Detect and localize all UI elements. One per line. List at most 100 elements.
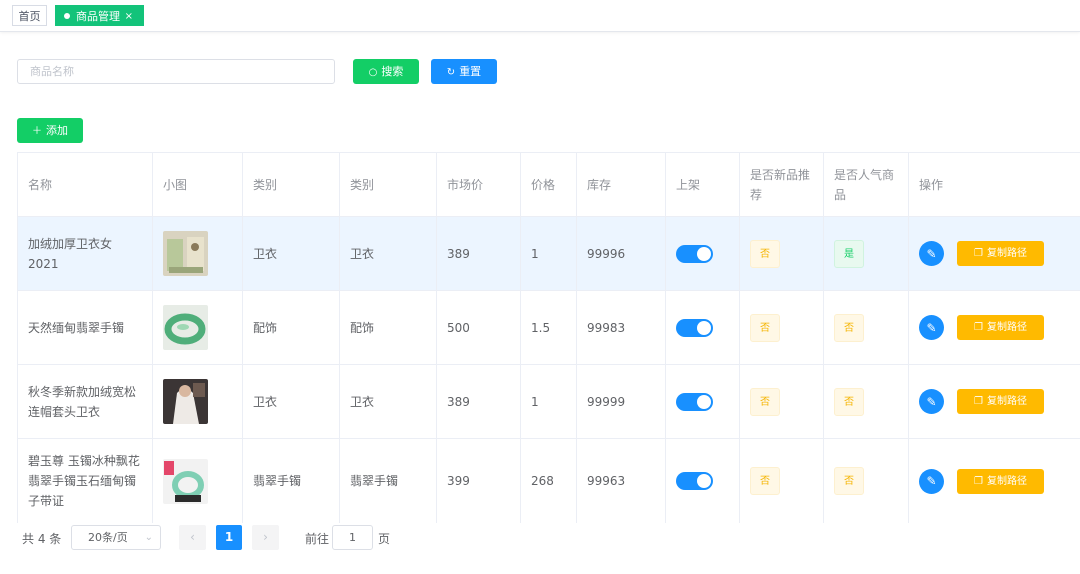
on-shelf-cell — [666, 439, 740, 523]
plus-icon: ＋ — [32, 126, 42, 137]
stock: 99996 — [577, 217, 666, 290]
thumbnail-cell — [153, 439, 243, 523]
product-name: 天然缅甸翡翠手镯 — [18, 291, 153, 364]
product-name-search-input[interactable] — [17, 59, 335, 84]
page-size-select[interactable]: 20条/页 ⌄ — [71, 525, 161, 550]
header-category-2: 类别 — [340, 153, 437, 216]
header-on-shelf: 上架 — [666, 153, 740, 216]
edit-button[interactable]: ✎ — [919, 315, 944, 340]
tab-label: 商品管理 — [76, 10, 120, 23]
add-button[interactable]: ＋添加 — [17, 118, 83, 143]
hoodie-photo — [163, 379, 208, 424]
edit-button[interactable]: ✎ — [919, 389, 944, 414]
tags-view-bar: 首页 商品管理 × — [0, 0, 1080, 32]
price: 1 — [521, 217, 577, 290]
stock: 99999 — [577, 365, 666, 438]
copy-path-button[interactable]: ❐ 复制路径 — [957, 468, 1044, 494]
product-table: 名称 小图 类别 类别 市场价 价格 库存 上架 是否新品推荐 是否人气商品 操… — [17, 152, 1080, 523]
search-button[interactable]: ○ 搜索 — [353, 59, 419, 84]
product-name: 秋冬季新款加绒宽松连帽套头卫衣 — [18, 365, 153, 438]
pencil-icon: ✎ — [926, 474, 937, 488]
header-actions: 操作 — [919, 177, 944, 192]
on-shelf-toggle[interactable] — [676, 472, 713, 490]
actions-cell: ✎ ❐ 复制路径 — [909, 217, 1080, 290]
on-shelf-toggle[interactable] — [676, 244, 713, 263]
total-count: 共 4 条 — [22, 532, 62, 546]
edit-button[interactable]: ✎ — [919, 468, 944, 494]
active-dot-icon — [64, 13, 70, 19]
is-popular-cell: 否 — [824, 439, 909, 523]
is-popular-badge: 否 — [834, 467, 864, 495]
is-popular-badge: 否 — [834, 313, 864, 342]
pagination: 共 4 条 20条/页 ⌄ ‹ 1 › 前往 1 页 — [0, 524, 1080, 554]
table-row: 加绒加厚卫衣女2021 卫衣 卫衣 389 1 99996 否 是 ✎ ❐ 复制路… — [18, 217, 1080, 291]
is-new-cell: 否 — [740, 439, 824, 523]
category-1: 配饰 — [243, 291, 340, 364]
price: 1.5 — [521, 291, 577, 364]
header-market-price: 市场价 — [437, 153, 521, 216]
table-row: 碧玉尊 玉镯冰种飘花翡翠手镯玉石缅甸镯子带证 翡翠手镯 翡翠手镯 399 268… — [18, 439, 1080, 523]
on-shelf-toggle[interactable] — [676, 392, 713, 411]
header-category: 类别 — [243, 153, 340, 216]
on-shelf-cell — [666, 291, 740, 364]
price: 268 — [521, 439, 577, 523]
is-popular-cell: 否 — [824, 291, 909, 364]
pencil-icon: ✎ — [926, 394, 937, 409]
toggle-knob — [697, 394, 711, 409]
is-popular-cell: 是 — [824, 217, 909, 290]
thumbnail-cell — [153, 291, 243, 364]
is-new-cell: 否 — [740, 291, 824, 364]
category-2: 卫衣 — [340, 365, 437, 438]
market-price: 399 — [437, 439, 521, 523]
is-new-cell: 否 — [740, 365, 824, 438]
table-header: 名称 小图 类别 类别 市场价 价格 库存 上架 是否新品推荐 是否人气商品 操… — [18, 153, 1080, 217]
thumbnail-cell — [153, 217, 243, 290]
jade-bangle-photo — [163, 458, 208, 504]
copy-path-button[interactable]: ❐ 复制路径 — [957, 315, 1044, 340]
refresh-icon: ↻ — [446, 67, 456, 78]
page-suffix-label: 页 — [378, 532, 391, 546]
copy-path-button[interactable]: ❐ 复制路径 — [957, 241, 1044, 266]
goto-page-input[interactable]: 1 — [332, 525, 373, 550]
header-is-new: 是否新品推荐 — [740, 153, 824, 216]
product-name: 碧玉尊 玉镯冰种飘花翡翠手镯玉石缅甸镯子带证 — [18, 439, 153, 523]
market-price: 389 — [437, 217, 521, 290]
close-icon[interactable]: × — [125, 6, 133, 27]
page-number-current[interactable]: 1 — [216, 525, 242, 550]
copy-path-button[interactable]: ❐ 复制路径 — [957, 389, 1044, 414]
category-1: 卫衣 — [243, 365, 340, 438]
edit-button[interactable]: ✎ — [919, 241, 944, 266]
stock: 99963 — [577, 439, 666, 523]
is-popular-cell: 否 — [824, 365, 909, 438]
category-2: 卫衣 — [340, 217, 437, 290]
on-shelf-cell — [666, 217, 740, 290]
copy-icon: ❐ — [974, 322, 983, 333]
sweatshirt-photo — [163, 231, 208, 276]
prev-page-button[interactable]: ‹ — [179, 525, 206, 550]
actions-cell: ✎ ❐ 复制路径 — [909, 365, 1080, 438]
is-new-badge: 否 — [750, 467, 780, 495]
chevron-down-icon: ⌄ — [144, 532, 153, 543]
tab-product-management[interactable]: 商品管理 × — [55, 5, 144, 26]
category-2: 配饰 — [340, 291, 437, 364]
toggle-knob — [697, 246, 711, 261]
pencil-icon: ✎ — [926, 246, 937, 261]
next-page-button[interactable]: › — [252, 525, 279, 550]
jade-bracelet-photo — [163, 305, 208, 350]
tab-home[interactable]: 首页 — [12, 5, 47, 26]
pencil-icon: ✎ — [926, 320, 937, 335]
header-is-popular: 是否人气商品 — [824, 153, 909, 216]
is-new-badge: 否 — [750, 387, 780, 416]
toggle-knob — [697, 320, 711, 335]
market-price: 389 — [437, 365, 521, 438]
copy-icon: ❐ — [974, 396, 983, 407]
product-name: 加绒加厚卫衣女2021 — [18, 217, 153, 290]
copy-icon: ❐ — [974, 475, 983, 487]
category-1: 卫衣 — [243, 217, 340, 290]
search-icon: ○ — [368, 67, 378, 78]
price: 1 — [521, 365, 577, 438]
table-row: 天然缅甸翡翠手镯 配饰 配饰 500 1.5 99983 否 否 ✎ ❐ 复制路径 — [18, 291, 1080, 365]
reset-button[interactable]: ↻ 重置 — [431, 59, 497, 84]
header-thumbnail: 小图 — [153, 153, 243, 216]
on-shelf-toggle[interactable] — [676, 318, 713, 337]
